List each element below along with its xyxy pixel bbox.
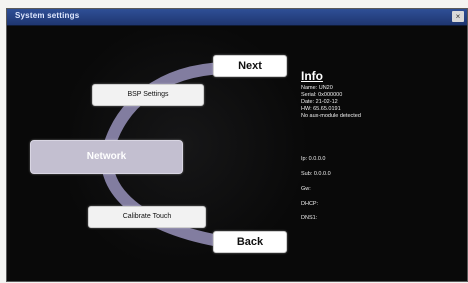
- info-hw: HW: 65.65.0191: [301, 106, 341, 112]
- info-serial: Serial: 0x000000: [301, 92, 343, 98]
- info-title: Info: [301, 69, 323, 83]
- network-gateway: Gw:: [301, 186, 311, 192]
- info-panel: Name: UN20 Serial: 0x000000 Date: 21-02-…: [301, 85, 361, 120]
- bsp-settings-button[interactable]: BSP Settings: [92, 84, 204, 106]
- network-dns: DNS1:: [301, 215, 318, 221]
- back-button[interactable]: Back: [213, 231, 287, 253]
- next-button[interactable]: Next: [213, 55, 287, 77]
- info-name: Name: UN20: [301, 85, 333, 91]
- calibrate-touch-button[interactable]: Calibrate Touch: [88, 206, 206, 228]
- network-dhcp: DHCP:: [301, 201, 319, 207]
- info-date: Date: 21-02-12: [301, 99, 338, 105]
- network-subnet: Sub: 0.0.0.0: [301, 171, 331, 177]
- network-button[interactable]: Network: [30, 140, 183, 174]
- info-aux: No aux-module detected: [301, 113, 361, 119]
- network-ip: Ip: 0.0.0.0: [301, 156, 326, 162]
